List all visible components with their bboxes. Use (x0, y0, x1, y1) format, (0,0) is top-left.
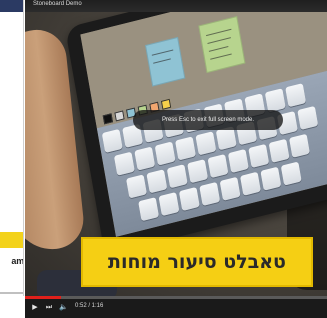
fullscreen-exit-tooltip: Press Esc to exit full screen mode. (133, 110, 283, 130)
keyboard-key (158, 192, 180, 217)
keyboard-key (240, 171, 261, 196)
keyboard-key (268, 138, 290, 163)
keyboard-key (154, 141, 176, 166)
keyboard-key (207, 154, 229, 179)
keyboard-key (101, 128, 123, 153)
sticky-note-green (198, 16, 246, 74)
left-footer (0, 296, 25, 318)
video-title: Stoneboard Demo (33, 1, 82, 7)
keyboard-key (187, 159, 209, 184)
previous-thumbnail-caption: am (11, 256, 24, 266)
video-player[interactable]: Press Esc to exit full screen mode. Ston… (25, 0, 327, 296)
time-readout: 0:52 / 1:16 (75, 303, 104, 309)
caption-banner: טאבלט סיעור מוחות (81, 237, 313, 287)
keyboard-key (199, 181, 221, 206)
palette-swatch (160, 98, 172, 110)
keyboard-key (219, 176, 241, 201)
previous-thumbnail-banner (0, 232, 23, 248)
keyboard-key (289, 133, 310, 158)
previous-thumbnail[interactable]: am (0, 0, 24, 296)
play-icon[interactable]: ▶ (31, 303, 39, 311)
keyboard-key (260, 166, 282, 191)
keyboard-key (146, 169, 168, 194)
video-title-bar: Stoneboard Demo (25, 0, 327, 12)
keyboard-key (248, 143, 270, 168)
volume-icon[interactable]: 🔈 (59, 303, 68, 311)
keyboard-key (178, 186, 200, 212)
keyboard-key (113, 151, 135, 176)
keyboard-key (195, 131, 217, 156)
caption-banner-text: טאבלט סיעור מוחות (108, 251, 286, 273)
keyboard-key (166, 164, 188, 189)
keyboard-key (264, 88, 286, 113)
keyboard-key (285, 83, 307, 108)
keyboard-key (134, 146, 156, 171)
keyboard-key (175, 136, 196, 161)
keyboard-key (138, 197, 160, 222)
sticky-note-blue (145, 36, 186, 87)
video-thumbnail-frame: am Press Esc to exit full screen mode. S… (0, 0, 327, 318)
player-controls: ▶ ⏭ 🔈 0:52 / 1:16 (25, 296, 327, 318)
keyboard-key (227, 148, 249, 174)
palette-swatch (114, 110, 125, 122)
keyboard-key (280, 161, 302, 186)
progress-bar[interactable] (25, 296, 327, 299)
keyboard-key (126, 174, 147, 199)
palette-swatch (102, 113, 114, 125)
previous-thumbnail-header (0, 0, 23, 12)
progress-bar-fill (25, 296, 62, 299)
keyboard-key (297, 105, 319, 130)
skip-next-icon[interactable]: ⏭ (45, 303, 53, 311)
divider (0, 292, 23, 294)
